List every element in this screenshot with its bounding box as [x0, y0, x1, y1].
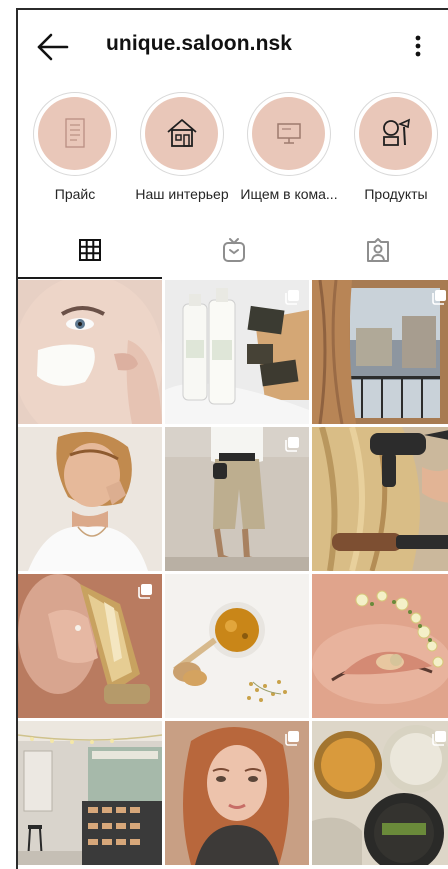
profile-username: unique.saloon.nsk	[106, 32, 293, 55]
multiple-photos-icon	[285, 290, 299, 305]
more-options-button[interactable]	[408, 32, 428, 62]
multiple-photos-icon	[432, 290, 446, 305]
post-serum[interactable]	[18, 574, 162, 718]
highlight-label: Продукты	[364, 186, 428, 202]
tagged-tab[interactable]	[306, 222, 448, 280]
post-product-bottles[interactable]	[165, 280, 309, 424]
highlight-ring	[140, 92, 224, 176]
highlight-ring	[247, 92, 331, 176]
highlight-price[interactable]: Прайс	[20, 90, 130, 208]
post-face-cream[interactable]	[18, 280, 162, 424]
profile-tabs	[18, 222, 448, 280]
cosmetics-icon	[383, 118, 410, 146]
more-vertical-icon	[415, 35, 421, 57]
face-cream-image	[18, 280, 162, 424]
story-highlights: Прайс Наш интерьер Ищем в кома... Продук…	[18, 90, 448, 208]
post-hair-dryer[interactable]	[312, 427, 448, 571]
house-icon	[167, 119, 197, 147]
highlight-ring	[354, 92, 438, 176]
multiple-photos-icon	[285, 437, 299, 452]
post-eye-makeup[interactable]	[312, 574, 448, 718]
grid-icon	[79, 239, 101, 261]
tagged-user-icon	[367, 238, 389, 262]
highlight-label: Наш интерьер	[135, 186, 229, 202]
honey-jar-image	[165, 574, 309, 718]
multiple-photos-icon	[138, 584, 152, 599]
highlight-ring	[33, 92, 117, 176]
highlight-products[interactable]: Продукты	[341, 90, 448, 208]
multiple-photos-icon	[432, 731, 446, 746]
post-red-hair-portrait[interactable]	[165, 721, 309, 865]
igtv-tab[interactable]	[162, 222, 306, 280]
highlight-interior[interactable]: Наш интерьер	[127, 90, 237, 208]
post-jars[interactable]	[312, 721, 448, 865]
window-curtain-image	[312, 280, 448, 424]
arrow-left-icon	[37, 33, 69, 61]
hair-dryer-image	[312, 427, 448, 571]
posts-grid-tab[interactable]	[18, 222, 162, 280]
highlight-label: Ищем в кома...	[240, 186, 338, 202]
monitor-icon	[277, 123, 301, 144]
posts-grid	[18, 280, 448, 869]
post-cafe-interior[interactable]	[18, 721, 162, 865]
jars-image	[312, 721, 448, 865]
multiple-photos-icon	[285, 731, 299, 746]
profile-screen: unique.saloon.nsk Прайс Наш интерьер Ище…	[16, 8, 448, 869]
woman-portrait-image	[18, 427, 162, 571]
post-window[interactable]	[312, 280, 448, 424]
eye-makeup-image	[312, 574, 448, 718]
post-street-fashion[interactable]	[165, 427, 309, 571]
igtv-icon	[223, 238, 245, 262]
highlight-hiring[interactable]: Ищем в кома...	[234, 90, 344, 208]
top-bar: unique.saloon.nsk	[18, 10, 448, 82]
highlight-label: Прайс	[54, 186, 96, 202]
post-honey[interactable]	[165, 574, 309, 718]
active-tab-indicator	[18, 277, 162, 279]
back-button[interactable]	[36, 32, 70, 62]
cafe-interior-image	[18, 721, 162, 865]
price-list-icon	[65, 118, 85, 148]
post-woman-portrait[interactable]	[18, 427, 162, 571]
